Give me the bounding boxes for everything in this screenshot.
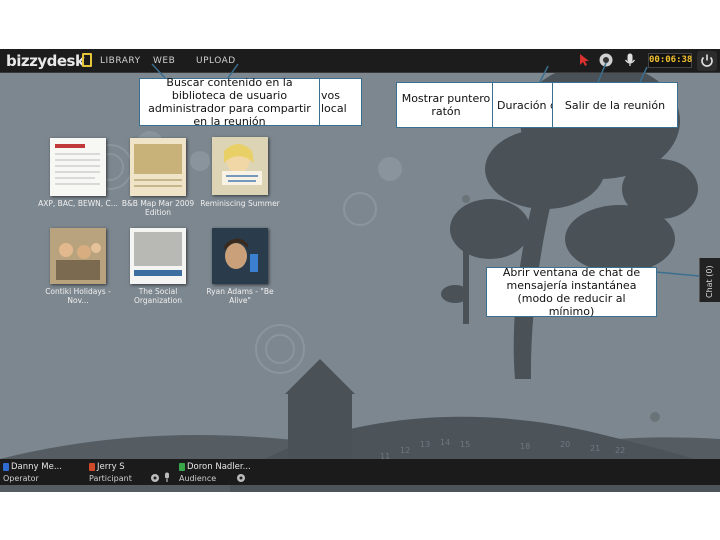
library-callout: Buscar contenido en la biblioteca de usu… bbox=[139, 76, 320, 128]
chat-callout: Abrir ventana de chat de mensajería inst… bbox=[486, 266, 657, 318]
exit-callout: Salir de la reunión bbox=[552, 82, 678, 128]
pointer-callout: Mostrar puntero ratón bbox=[396, 82, 496, 128]
duration-callout: Duración de bbox=[492, 82, 564, 128]
upload-callout-partial: vos local bbox=[320, 78, 362, 126]
